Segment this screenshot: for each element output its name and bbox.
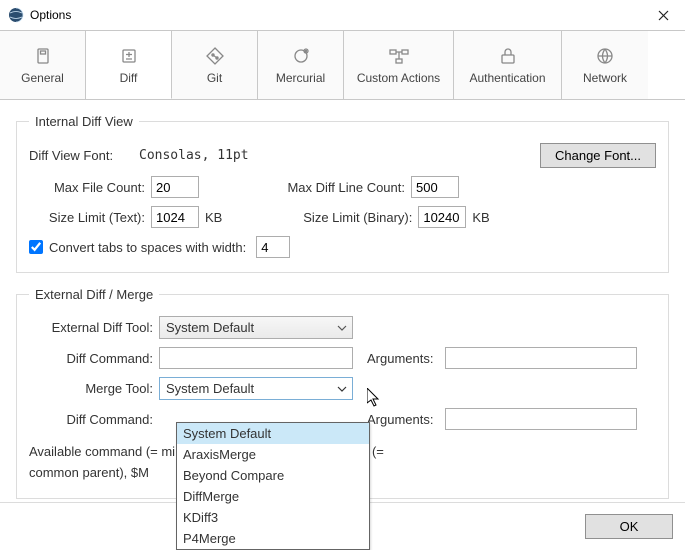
size-limit-binary-input[interactable] [418,206,466,228]
tab-git[interactable]: Git [172,31,258,99]
merge-tool-select[interactable]: System Default [159,377,353,400]
lock-icon [497,45,519,67]
max-file-count-input[interactable] [151,176,199,198]
tab-label: General [21,71,64,85]
tab-network[interactable]: Network [562,31,648,99]
internal-diff-fieldset: Internal Diff View Diff View Font: Conso… [16,114,669,273]
internal-legend: Internal Diff View [29,114,139,129]
tab-general[interactable]: General [0,31,86,99]
tab-diff[interactable]: Diff [86,31,172,99]
diff-icon [118,45,140,67]
tab-authentication[interactable]: Authentication [454,31,562,99]
diff-tool-label: External Diff Tool: [29,320,153,335]
chevron-down-icon [336,383,348,395]
convert-tabs-label: Convert tabs to spaces with width: [49,240,246,255]
max-diff-line-input[interactable] [411,176,459,198]
git-icon [204,45,226,67]
tab-label: Network [583,71,627,85]
merge-tool-dropdown[interactable]: System Default AraxisMerge Beyond Compar… [176,422,370,550]
max-diff-line-label: Max Diff Line Count: [199,180,405,195]
tab-label: Diff [120,71,138,85]
dropdown-option[interactable]: KDiff3 [177,507,369,528]
ok-button[interactable]: OK [585,514,673,539]
chevron-down-icon [336,322,348,334]
external-legend: External Diff / Merge [29,287,159,302]
size-limit-text-input[interactable] [151,206,199,228]
tab-label: Custom Actions [357,71,440,85]
kb-unit-binary: KB [472,210,489,225]
dropdown-option[interactable]: System Default [177,423,369,444]
titlebar: Options [0,0,685,30]
args1-label: Arguments: [367,351,433,366]
tabstrip: General Diff Git Mercurial Custom Action… [0,30,685,100]
mercurial-icon [290,45,312,67]
external-diff-fieldset: External Diff / Merge External Diff Tool… [16,287,669,499]
tab-label: Mercurial [276,71,325,85]
diff-cmd2-label: Diff Command: [29,412,153,427]
size-limit-binary-label: Size Limit (Binary): [228,210,412,225]
window-title: Options [30,8,71,22]
tab-label: Authentication [469,71,545,85]
tab-width-input[interactable] [256,236,290,258]
dropdown-option[interactable]: AraxisMerge [177,444,369,465]
convert-tabs-checkbox[interactable] [29,240,43,254]
diff-cmd1-input[interactable] [159,347,353,369]
kb-unit-text: KB [205,210,222,225]
dropdown-option[interactable]: P4Merge [177,528,369,549]
dropdown-option[interactable]: DiffMerge [177,486,369,507]
merge-tool-label: Merge Tool: [29,381,153,396]
app-icon [8,7,24,23]
custom-actions-icon [388,45,410,67]
tab-label: Git [207,71,222,85]
font-label: Diff View Font: [29,148,133,163]
diff-tool-value: System Default [166,320,254,335]
network-icon [594,45,616,67]
font-value: Consolas, 11pt [139,148,249,163]
close-button[interactable] [641,0,685,30]
diff-panel: Internal Diff View Diff View Font: Conso… [0,100,685,499]
general-icon [32,45,54,67]
change-font-button[interactable]: Change Font... [540,143,656,168]
tab-custom-actions[interactable]: Custom Actions [344,31,454,99]
args2-input[interactable] [445,408,637,430]
dropdown-option[interactable]: Beyond Compare [177,465,369,486]
merge-tool-value: System Default [166,381,254,396]
diff-tool-select[interactable]: System Default [159,316,353,339]
args2-label: Arguments: [367,412,433,427]
max-file-count-label: Max File Count: [29,180,145,195]
args1-input[interactable] [445,347,637,369]
size-limit-text-label: Size Limit (Text): [29,210,145,225]
diff-cmd1-label: Diff Command: [29,351,153,366]
tab-mercurial[interactable]: Mercurial [258,31,344,99]
